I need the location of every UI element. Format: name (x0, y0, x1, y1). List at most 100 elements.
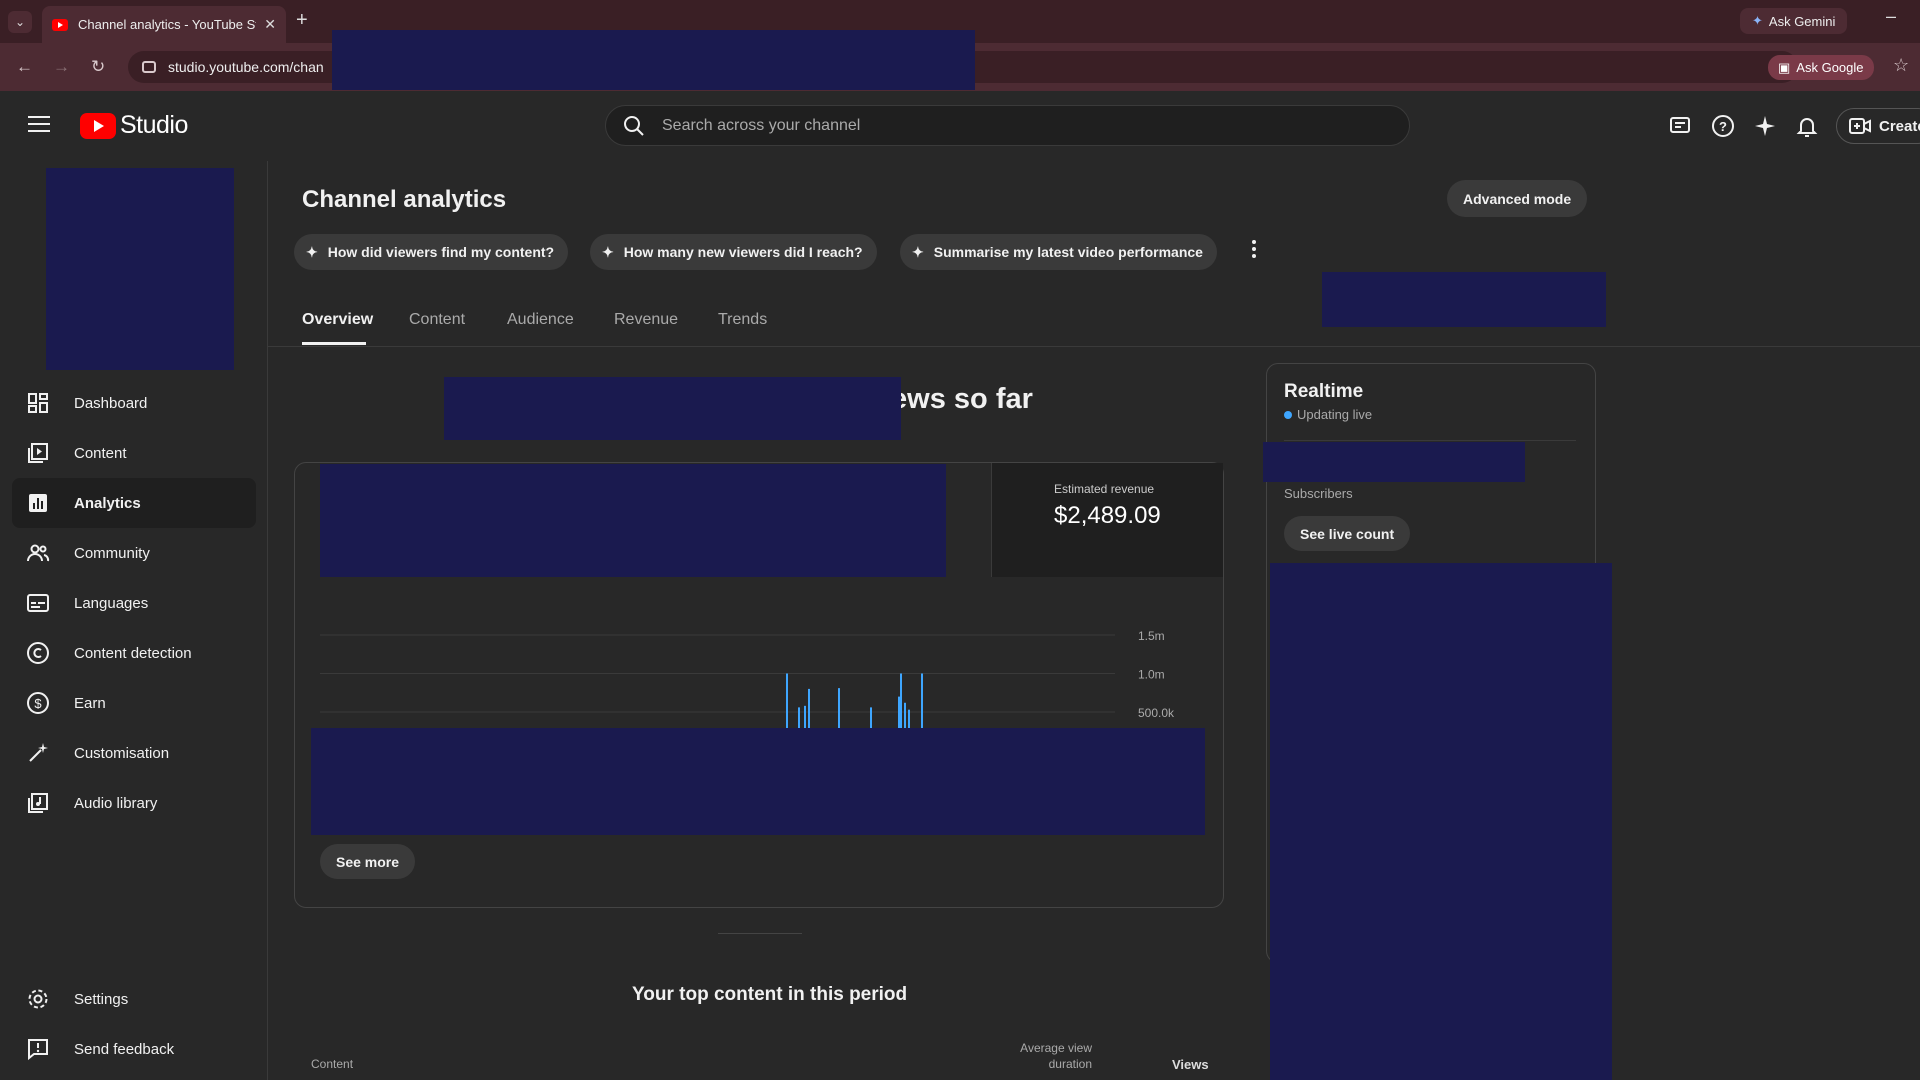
tabs-divider (268, 346, 1920, 347)
sidebar-item-audio-library[interactable]: Audio library (12, 778, 256, 828)
see-live-count-button[interactable]: See live count (1284, 516, 1411, 551)
svg-text:?: ? (1719, 119, 1727, 134)
new-tab-icon[interactable]: + (296, 9, 308, 32)
close-tab-icon[interactable]: ✕ (264, 16, 276, 33)
browser-tab[interactable]: Channel analytics - YouTube Stu ✕ (42, 6, 286, 43)
chart-y-tick-label: 1.0m (1138, 668, 1165, 682)
reload-icon[interactable]: ↻ (91, 57, 105, 77)
ask-google-button[interactable]: ▣ Ask Google (1768, 55, 1874, 80)
sparkle-icon: ✦ (602, 243, 614, 260)
redacted-block (1263, 442, 1525, 482)
realtime-title: Realtime (1284, 381, 1364, 402)
sparkle-icon[interactable] (1753, 114, 1777, 138)
feedback-icon (28, 1039, 48, 1061)
tab-overview[interactable]: Overview (302, 311, 373, 329)
suggestion-chip[interactable]: ✦ How did viewers find my content? (294, 234, 569, 270)
youtube-studio-logo[interactable]: Studio (80, 111, 188, 140)
back-arrow-icon[interactable]: ← (16, 57, 33, 77)
see-more-button[interactable]: See more (320, 844, 416, 879)
notifications-bell-icon[interactable] (1795, 114, 1819, 138)
forward-arrow-icon[interactable]: → (53, 57, 70, 77)
chart-y-tick-label: 1.5m (1138, 629, 1165, 643)
sidebar-item-dashboard[interactable]: Dashboard (12, 378, 256, 428)
redacted-block (1270, 563, 1612, 1080)
site-info-icon[interactable] (142, 61, 156, 73)
redacted-metric-tiles (320, 464, 946, 577)
sidebar-item-label: Settings (74, 990, 129, 1008)
audio-library-icon (28, 793, 48, 813)
sidebar-item-languages[interactable]: Languages (12, 578, 256, 628)
ask-gemini-button[interactable]: ✦ Ask Gemini (1740, 8, 1848, 34)
search-input[interactable]: Search across your channel (605, 105, 1410, 146)
sidebar-item-label: Community (74, 544, 150, 562)
views-headline: iews so far (883, 383, 1033, 415)
dashboard-icon (28, 393, 48, 413)
lens-icon: ▣ (1778, 59, 1791, 75)
content-icon (28, 443, 48, 463)
youtube-play-logo-icon (80, 112, 116, 139)
chart-bar (804, 705, 806, 730)
tab-revenue[interactable]: Revenue (614, 311, 678, 329)
chart-bar (898, 696, 900, 730)
ask-gemini-label: Ask Gemini (1768, 13, 1836, 29)
chip-label: How many new viewers did I reach? (623, 244, 863, 260)
suggestion-chip[interactable]: ✦ How many new viewers did I reach? (590, 234, 877, 270)
sparkle-icon: ✦ (912, 243, 924, 260)
sidebar-item-label: Audio library (74, 794, 158, 812)
dollar-icon: $ (27, 692, 49, 714)
tab-search-chevron-icon[interactable]: ⌄ (8, 11, 32, 33)
estimated-revenue-label: Estimated revenue (1054, 482, 1155, 496)
chart-bar (798, 707, 800, 730)
sidebar-item-settings[interactable]: Settings (12, 974, 256, 1024)
logo-text: Studio (120, 111, 188, 139)
redacted-channel-avatar (46, 168, 234, 370)
create-button[interactable]: Create (1836, 108, 1920, 144)
suggestion-chip[interactable]: ✦ Summarise my latest video performance (900, 234, 1217, 270)
search-icon[interactable] (622, 114, 646, 138)
sidebar-item-community[interactable]: Community (12, 528, 256, 578)
column-header-views[interactable]: Views (1172, 1057, 1209, 1072)
sidebar-item-customisation[interactable]: Customisation (12, 728, 256, 778)
more-options-icon[interactable] (1250, 238, 1258, 260)
url-text: studio.youtube.com/chan (168, 59, 324, 75)
sidebar-item-label: Customisation (74, 744, 170, 762)
tab-audience[interactable]: Audience (507, 311, 574, 329)
sidebar-item-earn[interactable]: $ Earn (12, 678, 256, 728)
chart-bar (870, 707, 872, 730)
window-minimize-icon[interactable]: – (1886, 6, 1896, 27)
browser-tab-title: Channel analytics - YouTube Stu (78, 17, 257, 32)
bookmark-star-icon[interactable]: ☆ (1893, 55, 1909, 76)
community-icon (27, 544, 50, 562)
sidebar-item-analytics[interactable]: Analytics (12, 478, 256, 528)
youtube-favicon-icon (52, 18, 68, 31)
chart-bar (808, 688, 810, 730)
sidebar-item-content-detection[interactable]: Content detection (12, 628, 256, 678)
tab-trends[interactable]: Trends (718, 311, 767, 329)
redacted-block (1322, 272, 1606, 327)
chart-bar (904, 702, 906, 730)
create-video-icon (1849, 117, 1871, 135)
sidebar-item-label: Analytics (74, 494, 141, 512)
messages-icon[interactable] (1668, 114, 1692, 138)
sidebar-item-send-feedback[interactable]: Send feedback (12, 1024, 256, 1074)
tab-content[interactable]: Content (409, 311, 465, 329)
help-icon[interactable]: ? (1711, 114, 1735, 138)
sidebar-item-label: Send feedback (74, 1040, 175, 1058)
live-dot-icon (1284, 410, 1292, 419)
subscribers-label: Subscribers (1284, 486, 1353, 501)
sidebar-item-content[interactable]: Content (12, 428, 256, 478)
sidebar-item-label: Earn (74, 694, 106, 712)
create-label: Create (1879, 117, 1920, 135)
advanced-mode-button[interactable]: Advanced mode (1447, 180, 1588, 217)
chart-bar (786, 673, 788, 730)
hamburger-menu-icon[interactable] (28, 116, 50, 137)
redacted-block (332, 30, 975, 90)
active-tab-indicator (302, 342, 366, 345)
sidebar-item-label: Languages (74, 594, 149, 612)
redacted-block (444, 377, 901, 440)
sidebar-item-label: Dashboard (74, 394, 148, 412)
chart-bar (838, 688, 840, 730)
subtitles-icon (27, 594, 49, 612)
realtime-status-label: Updating live (1297, 407, 1373, 422)
copyright-icon (27, 642, 49, 664)
